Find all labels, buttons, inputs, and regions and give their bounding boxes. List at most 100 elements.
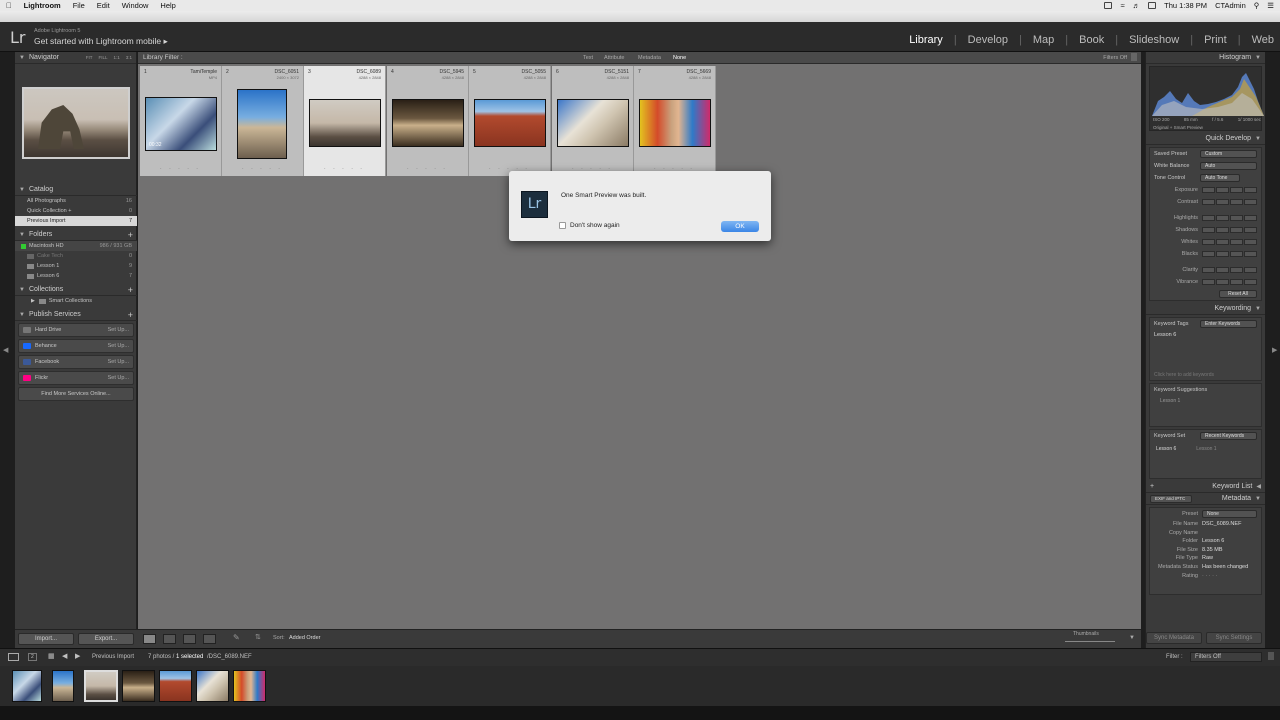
histogram[interactable]: ISO 200 85 mm f / 5.6 1/ 1000 sec Origin… xyxy=(1149,66,1264,131)
filmstrip-thumb-6[interactable] xyxy=(196,670,229,702)
zoom-1-1[interactable]: 1:1 xyxy=(113,55,119,60)
grid-cell-1[interactable]: 1 TamiTemple MP4 00:32 · · · · · xyxy=(140,66,222,176)
menu-edit[interactable]: Edit xyxy=(97,1,110,10)
grid-view-icon[interactable] xyxy=(143,634,156,644)
module-develop[interactable]: Develop xyxy=(968,34,1008,46)
rating-dots[interactable]: · · · · · xyxy=(222,166,303,172)
rating-dots[interactable]: · · · · · xyxy=(304,166,385,172)
keyword-suggestion-item[interactable]: Lesson 1 xyxy=(1150,396,1261,406)
add-keyword-icon[interactable]: + xyxy=(1150,483,1154,490)
folder-cake-tech[interactable]: Cake Tech 0 xyxy=(15,251,137,261)
keyword-list-header[interactable]: + Keyword List ◀ xyxy=(1146,481,1265,493)
module-book[interactable]: Book xyxy=(1079,34,1104,46)
filter-tab-text[interactable]: Text xyxy=(583,55,593,61)
keyword-tags-text[interactable]: Lesson 6 xyxy=(1150,330,1261,340)
import-button[interactable]: Import... xyxy=(18,633,74,645)
thumbnail-video-temple[interactable]: 00:32 xyxy=(145,97,217,151)
publish-services-header[interactable]: ▼ Publish Services + xyxy=(15,309,137,321)
white-balance-dropdown[interactable]: Auto xyxy=(1200,162,1257,170)
sort-order-dropdown[interactable]: Added Order xyxy=(289,635,321,641)
module-print[interactable]: Print xyxy=(1204,34,1227,46)
filter-tab-attribute[interactable]: Attribute xyxy=(604,55,624,61)
thumbnail-red-building[interactable] xyxy=(474,99,546,147)
quick-develop-header[interactable]: Quick Develop ▼ xyxy=(1146,133,1265,145)
catalog-header[interactable]: ▼ Catalog xyxy=(15,184,137,196)
filmstrip-thumb-7[interactable] xyxy=(233,670,266,702)
zoom-3-1[interactable]: 3:1 xyxy=(126,55,132,60)
whites-adjust-buttons[interactable] xyxy=(1202,239,1257,245)
second-window-icon[interactable]: 2 xyxy=(28,653,37,661)
keyword-set-dropdown[interactable]: Recent Keywords xyxy=(1200,432,1257,440)
lightroom-mobile-link[interactable]: Get started with Lightroom mobile ▸ xyxy=(34,36,168,47)
sort-direction-icon[interactable]: ⇅ xyxy=(255,633,261,641)
menu-app-lightroom[interactable]: Lightroom xyxy=(24,1,61,10)
grid-cell-2[interactable]: 2 DSC_6051 2400 × 3072 · · · · · xyxy=(222,66,304,176)
filter-lock-icon[interactable] xyxy=(1268,652,1274,660)
setup-link[interactable]: Set Up... xyxy=(108,359,129,365)
grid-cell-6[interactable]: 6 DSC_5151 4288 × 2848 · · · · · xyxy=(552,66,634,176)
zoom-fit[interactable]: FIT xyxy=(86,55,93,60)
folder-lesson-6[interactable]: Lesson 6 7 xyxy=(15,271,137,281)
add-publish-service-icon[interactable]: + xyxy=(128,310,133,320)
sync-settings-button[interactable]: Sync Settings xyxy=(1206,632,1262,644)
meta-value-status[interactable]: Has been changed xyxy=(1202,564,1248,570)
module-map[interactable]: Map xyxy=(1033,34,1054,46)
catalog-item-all-photographs[interactable]: All Photographs 16 xyxy=(15,196,137,206)
menu-window[interactable]: Window xyxy=(122,1,149,10)
grid-cell-4[interactable]: 4 DSC_5945 4288 × 2848 · · · · · xyxy=(387,66,469,176)
zoom-fill[interactable]: FILL xyxy=(98,55,107,60)
menu-file[interactable]: File xyxy=(73,1,85,10)
keyword-set-item[interactable]: Lesson 1 xyxy=(1196,446,1216,452)
notification-list-icon[interactable]: ☰ xyxy=(1267,1,1274,10)
saved-preset-dropdown[interactable]: Custom xyxy=(1200,150,1257,158)
thumbnail-horse-statues[interactable] xyxy=(557,99,629,147)
clarity-adjust-buttons[interactable] xyxy=(1202,267,1257,273)
dont-show-again-label[interactable]: Don't show again xyxy=(570,222,620,229)
volume-icon[interactable]: ♬ xyxy=(1133,1,1141,10)
grid-mini-icon[interactable]: ▦ xyxy=(48,652,55,660)
publish-hard-drive[interactable]: Hard Drive Set Up... xyxy=(18,323,134,337)
metadata-header[interactable]: EXIF and IPTC Metadata ▼ xyxy=(1146,493,1265,505)
filter-tab-none[interactable]: None xyxy=(673,55,686,61)
status-icon-screen[interactable] xyxy=(1104,2,1113,9)
back-arrow-icon[interactable]: ◀ xyxy=(62,652,67,660)
module-slideshow[interactable]: Slideshow xyxy=(1129,34,1179,46)
battery-icon[interactable] xyxy=(1148,2,1157,9)
painter-icon[interactable]: ✎ xyxy=(233,633,240,642)
thumbnail-courtyard[interactable] xyxy=(392,99,464,147)
publish-behance[interactable]: Behance Set Up... xyxy=(18,339,134,353)
ok-button[interactable]: OK xyxy=(721,221,759,232)
source-label[interactable]: Previous Import xyxy=(92,654,134,660)
metadata-preset-dropdown[interactable]: None xyxy=(1202,510,1257,518)
add-folder-icon[interactable]: + xyxy=(128,230,133,240)
grid-cell-7[interactable]: 7 DSC_5669 4288 × 2848 · · · · · xyxy=(634,66,716,176)
main-window-icon[interactable] xyxy=(8,653,19,661)
right-panel-toggle-icon[interactable]: ▶ xyxy=(1272,346,1277,354)
rating-dots[interactable]: · · · · · xyxy=(387,166,468,172)
selected-file[interactable]: /DSC_6089.NEF xyxy=(207,654,252,660)
apple-icon[interactable]:  xyxy=(6,1,12,10)
keyword-set-item[interactable]: Lesson 6 xyxy=(1156,446,1176,452)
forward-arrow-icon[interactable]: ▶ xyxy=(75,652,80,660)
catalog-item-previous-import[interactable]: Previous Import 7 xyxy=(15,216,137,226)
navigator-header[interactable]: ▼ Navigator FIT FILL 1:1 3:1 xyxy=(15,52,136,64)
toolbar-options-icon[interactable]: ▼ xyxy=(1129,635,1135,641)
filmstrip-thumb-5[interactable] xyxy=(159,670,192,702)
add-collection-icon[interactable]: + xyxy=(128,285,133,295)
module-web[interactable]: Web xyxy=(1252,34,1274,46)
folder-lesson-1[interactable]: Lesson 1 9 xyxy=(15,261,137,271)
auto-tone-button[interactable]: Auto Tone xyxy=(1200,174,1240,182)
navigator-preview[interactable] xyxy=(22,87,130,159)
clock-text[interactable]: Thu 1:38 PM xyxy=(1164,1,1207,10)
filter-lock-icon[interactable] xyxy=(1131,53,1137,61)
thumbnail-sea-arch[interactable] xyxy=(309,99,381,147)
setup-link[interactable]: Set Up... xyxy=(108,375,129,381)
setup-link[interactable]: Set Up... xyxy=(108,343,129,349)
histogram-header[interactable]: Histogram ▼ xyxy=(1146,52,1265,64)
shadows-adjust-buttons[interactable] xyxy=(1202,227,1257,233)
find-more-services-button[interactable]: Find More Services Online... xyxy=(18,387,134,401)
publish-flickr[interactable]: Flickr Set Up... xyxy=(18,371,134,385)
user-name[interactable]: CTAdmin xyxy=(1215,1,1246,10)
vibrance-adjust-buttons[interactable] xyxy=(1202,279,1257,285)
thumbnail-size-slider[interactable] xyxy=(1065,641,1115,642)
